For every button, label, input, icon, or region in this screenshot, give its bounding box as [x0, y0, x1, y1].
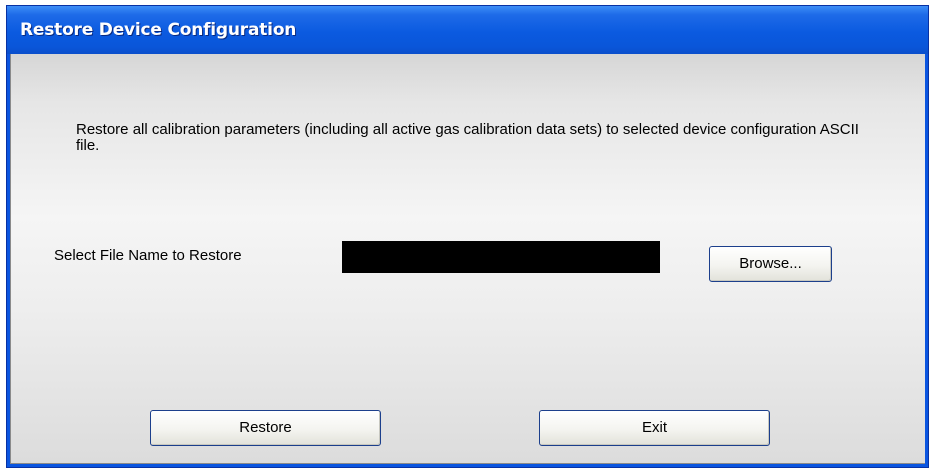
browse-button[interactable]: Browse...	[709, 246, 832, 282]
restore-button[interactable]: Restore	[150, 410, 381, 446]
dialog-body: Restore all calibration parameters (incl…	[10, 54, 925, 464]
title-bar[interactable]: Restore Device Configuration	[7, 6, 928, 54]
window-title: Restore Device Configuration	[20, 20, 297, 40]
restore-device-configuration-window: Restore Device Configuration Restore all…	[6, 5, 929, 468]
file-name-input[interactable]	[342, 241, 660, 273]
file-name-label: Select File Name to Restore	[54, 247, 242, 264]
description-text: Restore all calibration parameters (incl…	[76, 121, 859, 154]
exit-button[interactable]: Exit	[539, 410, 770, 446]
